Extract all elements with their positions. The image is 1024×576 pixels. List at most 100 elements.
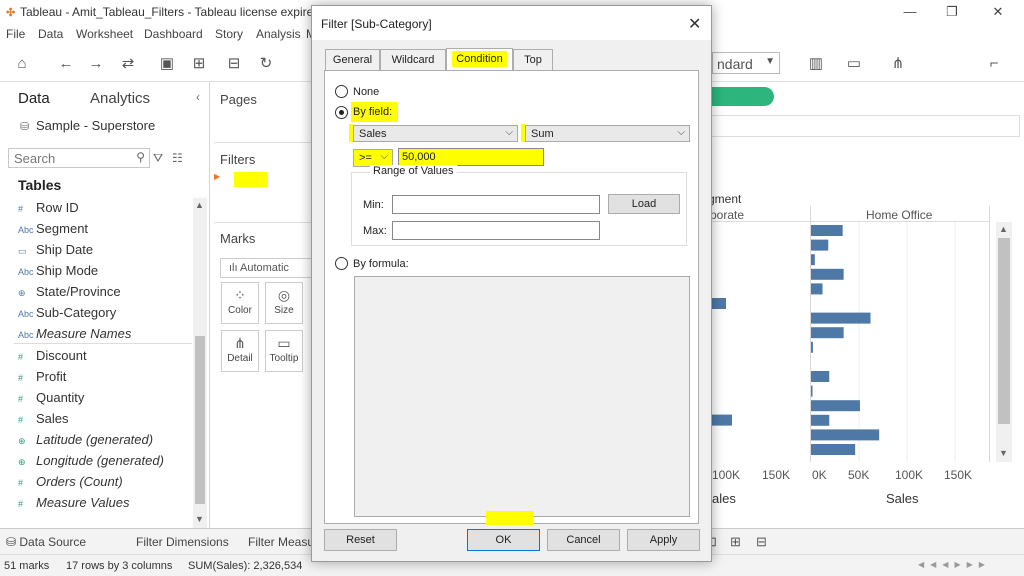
save-icon[interactable]: ▣ bbox=[157, 54, 177, 74]
sheet-navigation-icon[interactable]: ◀◀◀▶▶▶ bbox=[918, 560, 991, 569]
show-me-icon[interactable]: ▥ bbox=[806, 54, 826, 74]
share-icon[interactable]: ⋔ bbox=[888, 54, 908, 74]
refresh-icon[interactable]: ↻ bbox=[256, 54, 276, 74]
color-button[interactable]: ⁘ Color bbox=[221, 282, 259, 324]
minimize-button[interactable]: — bbox=[890, 2, 930, 22]
menu-file[interactable]: File bbox=[6, 27, 25, 41]
tab-data[interactable]: Data bbox=[18, 90, 50, 107]
new-dashboard-icon[interactable]: ⊞ bbox=[730, 534, 741, 550]
bar-mark[interactable] bbox=[811, 429, 880, 441]
field-ship-date[interactable]: ▭ Ship Date bbox=[18, 242, 93, 262]
by-formula-radio[interactable] bbox=[335, 257, 348, 270]
collapse-pane-icon[interactable]: ‹ bbox=[196, 90, 200, 104]
formula-editor[interactable] bbox=[354, 276, 690, 517]
view-scrollbar[interactable]: ▲ ▼ bbox=[996, 222, 1012, 462]
field-measure-values[interactable]: # Measure Values bbox=[18, 495, 129, 515]
menu-analysis[interactable]: Analysis bbox=[256, 27, 301, 41]
bar-mark[interactable] bbox=[811, 254, 815, 266]
min-input[interactable] bbox=[392, 195, 600, 214]
reset-button[interactable]: Reset bbox=[324, 529, 397, 551]
tab-top[interactable]: Top bbox=[513, 49, 553, 70]
field-orders-count[interactable]: # Orders (Count) bbox=[18, 474, 123, 494]
new-datasource-icon[interactable]: ⊞ bbox=[189, 54, 209, 74]
field-select[interactable]: Sales ⌵ bbox=[353, 125, 518, 142]
field-discount[interactable]: # Discount bbox=[18, 348, 87, 368]
bar-mark[interactable] bbox=[811, 371, 830, 382]
filter-icon[interactable]: ⛛ bbox=[153, 151, 163, 166]
bar-mark[interactable] bbox=[712, 414, 732, 426]
presentation-icon[interactable]: ▭ bbox=[844, 54, 864, 74]
field-ship-mode[interactable]: Abc Ship Mode bbox=[18, 263, 98, 283]
bar-mark[interactable] bbox=[811, 400, 860, 412]
replay-icon[interactable]: ⇄ bbox=[118, 54, 138, 74]
bar-mark[interactable] bbox=[811, 283, 823, 295]
bar-mark[interactable] bbox=[811, 444, 856, 455]
bar-mark[interactable] bbox=[811, 327, 844, 339]
by-field-radio[interactable] bbox=[335, 106, 348, 119]
bar-mark[interactable] bbox=[811, 225, 843, 236]
bar-mark[interactable] bbox=[811, 312, 871, 324]
redo-icon[interactable]: → bbox=[86, 54, 106, 74]
maximize-button[interactable]: ❐ bbox=[932, 2, 972, 22]
menu-data[interactable]: Data bbox=[38, 27, 63, 41]
field-latitude[interactable]: ⊕ Latitude (generated) bbox=[18, 432, 153, 452]
bar-mark[interactable] bbox=[712, 298, 726, 309]
mark-type-dropdown[interactable]: ılı Automatic bbox=[220, 258, 312, 278]
field-quantity[interactable]: # Quantity bbox=[18, 390, 84, 410]
tab-wildcard[interactable]: Wildcard bbox=[380, 49, 446, 70]
scroll-up-icon[interactable]: ▲ bbox=[999, 224, 1008, 234]
tab-filter-dimensions[interactable]: Filter Dimensions bbox=[136, 535, 229, 549]
scroll-down-icon[interactable]: ▼ bbox=[999, 448, 1008, 458]
field-sub-category[interactable]: Abc Sub-Category bbox=[18, 305, 116, 325]
menu-story[interactable]: Story bbox=[215, 27, 243, 41]
window-close-button[interactable]: ✕ bbox=[978, 2, 1018, 22]
field-sales[interactable]: # Sales bbox=[18, 411, 69, 431]
data-pane-scrollbar[interactable]: ▲ ▼ bbox=[193, 198, 207, 528]
tab-general[interactable]: General bbox=[325, 49, 380, 70]
home-icon[interactable]: ⌂ bbox=[12, 54, 32, 74]
detail-button[interactable]: ⋔ Detail bbox=[221, 330, 259, 372]
field-longitude[interactable]: ⊕ Longitude (generated) bbox=[18, 453, 164, 473]
menu-worksheet[interactable]: Worksheet bbox=[76, 27, 133, 41]
menu-dashboard[interactable]: Dashboard bbox=[144, 27, 203, 41]
tooltip-button[interactable]: ▭ Tooltip bbox=[265, 330, 303, 372]
max-input[interactable] bbox=[392, 221, 600, 240]
ok-button[interactable]: OK bbox=[467, 529, 540, 551]
datasource-item[interactable]: ⛁ Sample - Superstore bbox=[20, 118, 155, 133]
apply-button[interactable]: Apply bbox=[627, 529, 700, 551]
tab-filter-measures[interactable]: Filter Measu bbox=[248, 535, 314, 549]
scrollbar-thumb[interactable] bbox=[195, 336, 205, 504]
format-painter-icon[interactable]: ⌐ bbox=[984, 54, 1004, 74]
pause-updates-icon[interactable]: ⊟ bbox=[224, 54, 244, 74]
undo-icon[interactable]: ← bbox=[56, 54, 76, 74]
field-state-province[interactable]: ⊕ State/Province bbox=[18, 284, 121, 304]
rows-shelf[interactable] bbox=[700, 115, 1020, 137]
view-options-icon[interactable]: ☷ bbox=[172, 151, 183, 165]
dialog-close-button[interactable]: ✕ bbox=[688, 14, 701, 34]
none-radio[interactable] bbox=[335, 85, 348, 98]
field-profit[interactable]: # Profit bbox=[18, 369, 66, 389]
tab-analytics[interactable]: Analytics bbox=[90, 90, 150, 107]
new-story-icon[interactable]: ⊟ bbox=[756, 534, 767, 550]
search-input[interactable] bbox=[9, 149, 127, 167]
cancel-button[interactable]: Cancel bbox=[547, 529, 620, 551]
tab-condition[interactable]: Condition bbox=[446, 48, 513, 70]
bar-mark[interactable] bbox=[811, 268, 844, 280]
bar-mark[interactable] bbox=[811, 239, 829, 251]
scrollbar-thumb[interactable] bbox=[998, 238, 1010, 424]
size-button[interactable]: ◎ Size bbox=[265, 282, 303, 324]
fit-dropdown[interactable]: ndard ▼ bbox=[712, 52, 780, 74]
condition-value-input[interactable]: 50,000 bbox=[398, 148, 544, 166]
search-field[interactable]: ⚲ bbox=[8, 148, 150, 168]
scroll-down-icon[interactable]: ▼ bbox=[195, 514, 204, 524]
scroll-up-icon[interactable]: ▲ bbox=[195, 200, 204, 210]
field-row-id[interactable]: # Row ID bbox=[18, 200, 79, 220]
bar-mark[interactable] bbox=[811, 385, 813, 397]
load-button[interactable]: Load bbox=[608, 194, 680, 214]
bar-mark[interactable] bbox=[811, 414, 830, 426]
bar-mark[interactable] bbox=[811, 341, 813, 353]
filters-shelf-highlight[interactable] bbox=[234, 172, 268, 187]
aggregation-select[interactable]: Sum ⌵ bbox=[525, 125, 690, 142]
tab-data-source[interactable]: ⛁ Data Source bbox=[6, 535, 86, 549]
field-segment[interactable]: Abc Segment bbox=[18, 221, 88, 241]
